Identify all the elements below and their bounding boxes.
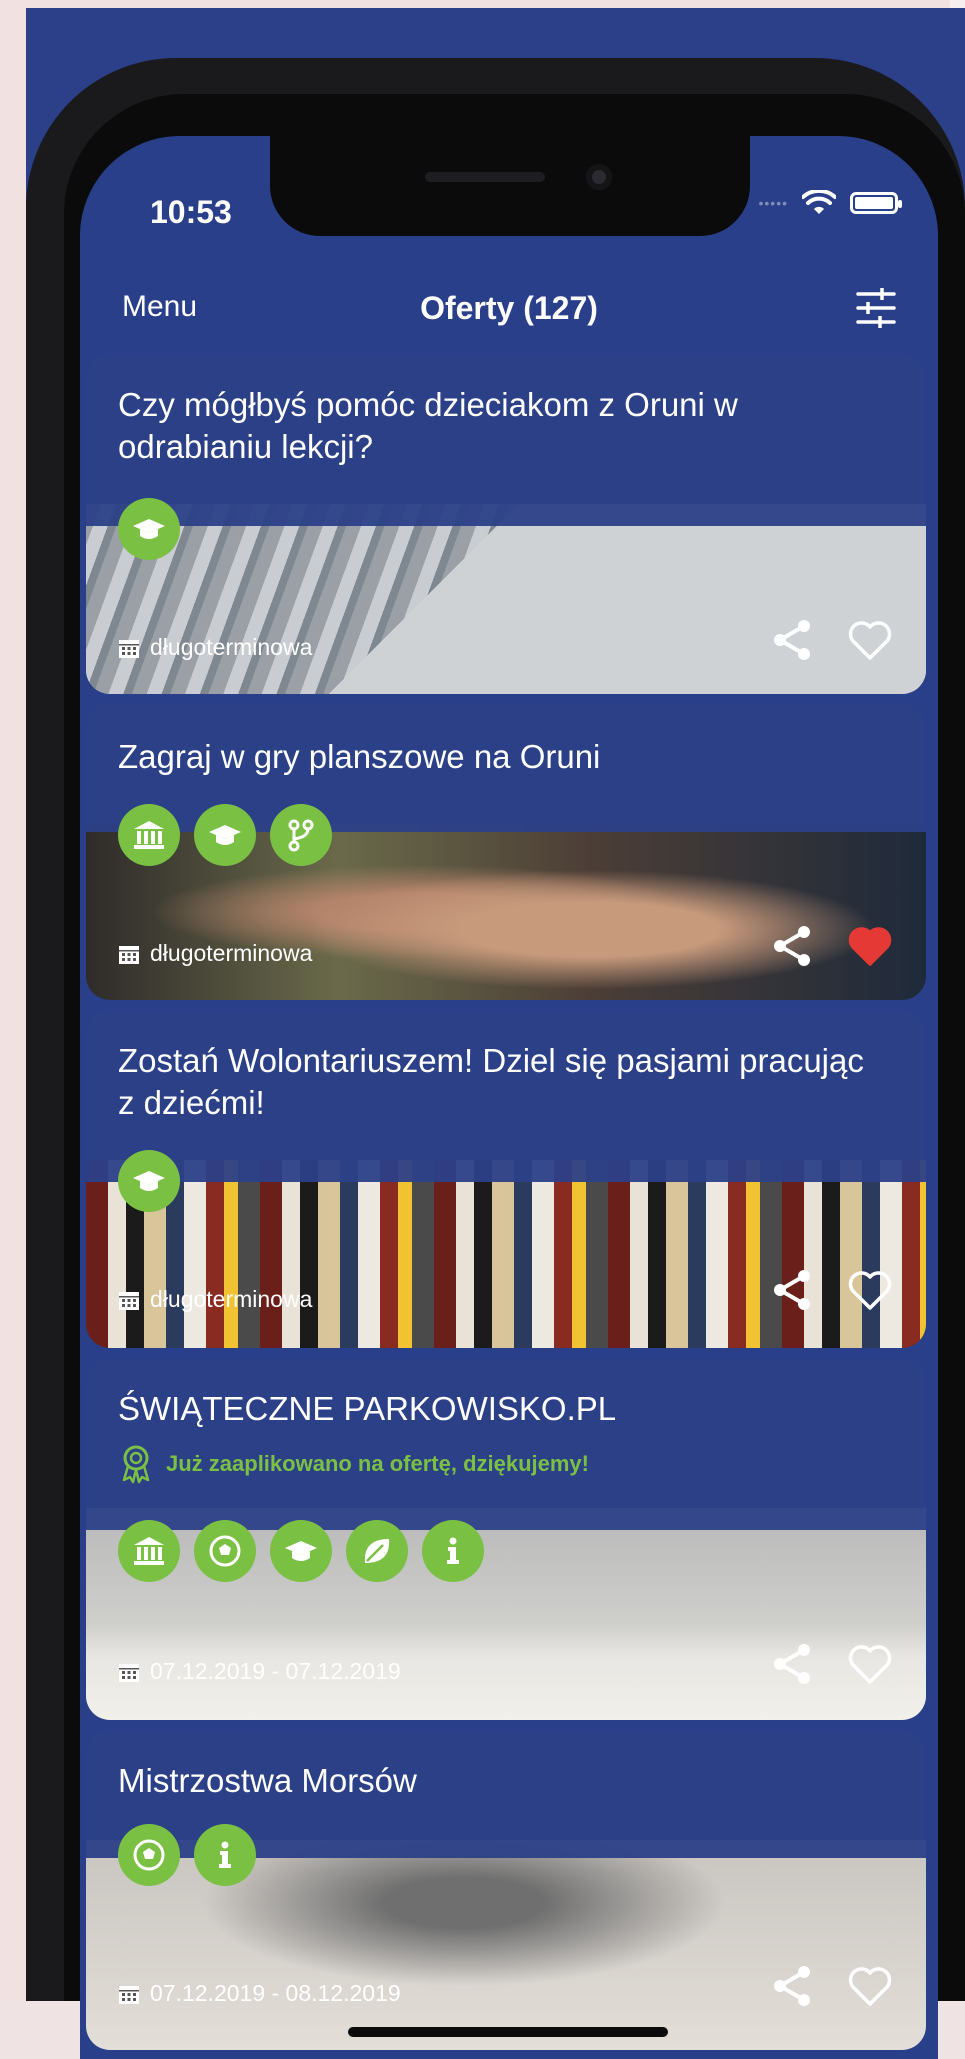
offer-duration: długoterminowa bbox=[118, 1286, 312, 1313]
signal-icon: ••••• bbox=[758, 195, 788, 211]
offer-duration: długoterminowa bbox=[118, 634, 312, 661]
card-actions bbox=[768, 1962, 894, 2010]
offer-duration: 07.12.2019 - 08.12.2019 bbox=[118, 1980, 401, 2007]
category-badges bbox=[118, 498, 180, 560]
leaf-icon bbox=[346, 1520, 408, 1582]
soccer-ball-icon bbox=[118, 1824, 180, 1886]
category-badges bbox=[118, 1824, 256, 1886]
calendar-icon bbox=[119, 1663, 139, 1682]
info-icon bbox=[194, 1824, 256, 1886]
graduation-cap-icon bbox=[118, 498, 180, 560]
share-icon[interactable] bbox=[768, 1962, 816, 2010]
card-actions bbox=[768, 922, 894, 970]
info-icon bbox=[422, 1520, 484, 1582]
status-time: 10:53 bbox=[150, 194, 232, 230]
wifi-icon bbox=[802, 190, 836, 214]
offer-title: Mistrzostwa Morsów bbox=[118, 1762, 417, 1799]
offer-card[interactable]: Czy mógłbyś pomóc dzieciakom z Oruni w o… bbox=[86, 354, 926, 694]
page-title: Oferty (127) bbox=[420, 290, 598, 326]
applied-text: Już zaaplikowano na ofertę, dziękujemy! bbox=[166, 1451, 589, 1476]
nav-bar: Menu Oferty (127) bbox=[80, 266, 938, 344]
date-range-text: 07.12.2019 - 07.12.2019 bbox=[150, 1658, 401, 1684]
graduation-cap-icon bbox=[118, 1150, 180, 1212]
share-icon[interactable] bbox=[768, 1266, 816, 1314]
offer-title: Zostań Wolontariuszem! Dziel się pasjami… bbox=[118, 1042, 864, 1121]
institution-icon bbox=[118, 804, 180, 866]
offer-title: Zagraj w gry planszowe na Oruni bbox=[118, 738, 601, 775]
front-camera bbox=[586, 164, 612, 190]
offer-card[interactable]: Zostań Wolontariuszem! Dziel się pasjami… bbox=[86, 1010, 926, 1348]
offer-card[interactable]: Zagraj w gry planszowe na Oruni długoter… bbox=[86, 704, 926, 1000]
app-screen: 10:53 ••••• Menu Oferty (127) Czy mógłby… bbox=[80, 136, 938, 2059]
offer-card[interactable]: Mistrzostwa Morsów 07.12.2019 - 08.12.20… bbox=[86, 1730, 926, 2050]
battery-icon bbox=[850, 192, 902, 214]
heart-filled-icon[interactable] bbox=[846, 922, 894, 970]
home-indicator[interactable] bbox=[348, 2027, 668, 2037]
institution-icon bbox=[118, 1520, 180, 1582]
card-actions bbox=[768, 1266, 894, 1314]
offer-card[interactable]: ŚWIĄTECZNE PARKOWISKO.PL Już zaaplikowan… bbox=[86, 1358, 926, 1720]
offer-title: ŚWIĄTECZNE PARKOWISKO.PL bbox=[118, 1390, 617, 1427]
share-icon[interactable] bbox=[768, 616, 816, 664]
heart-outline-icon[interactable] bbox=[846, 616, 894, 664]
graduation-cap-icon bbox=[194, 804, 256, 866]
calendar-icon bbox=[119, 1291, 139, 1310]
applied-notice: Już zaaplikowano na ofertę, dziękujemy! bbox=[118, 1444, 589, 1484]
duration-text: długoterminowa bbox=[150, 940, 313, 966]
calendar-icon bbox=[119, 945, 139, 964]
share-icon[interactable] bbox=[768, 922, 816, 970]
card-actions bbox=[768, 616, 894, 664]
heart-outline-icon[interactable] bbox=[846, 1962, 894, 2010]
offer-photo bbox=[86, 1160, 926, 1348]
offer-title: Czy mógłbyś pomóc dzieciakom z Oruni w o… bbox=[118, 386, 738, 465]
category-badges bbox=[118, 804, 332, 866]
offer-photo bbox=[86, 504, 926, 694]
filter-icon[interactable] bbox=[854, 286, 898, 330]
offer-duration: długoterminowa bbox=[118, 940, 312, 967]
category-badges bbox=[118, 1520, 484, 1582]
speaker bbox=[425, 172, 545, 182]
status-icons: ••••• bbox=[758, 190, 902, 216]
card-actions bbox=[768, 1640, 894, 1688]
offer-duration: 07.12.2019 - 07.12.2019 bbox=[118, 1658, 401, 1685]
duration-text: długoterminowa bbox=[150, 1286, 313, 1312]
graduation-cap-icon bbox=[270, 1520, 332, 1582]
duration-text: długoterminowa bbox=[150, 634, 313, 660]
heart-outline-icon[interactable] bbox=[846, 1266, 894, 1314]
branch-icon bbox=[270, 804, 332, 866]
heart-outline-icon[interactable] bbox=[846, 1640, 894, 1688]
date-range-text: 07.12.2019 - 08.12.2019 bbox=[150, 1980, 401, 2006]
calendar-icon bbox=[119, 639, 139, 658]
calendar-icon bbox=[119, 1985, 139, 2004]
share-icon[interactable] bbox=[768, 1640, 816, 1688]
soccer-ball-icon bbox=[194, 1520, 256, 1582]
award-icon bbox=[122, 1445, 150, 1484]
category-badges bbox=[118, 1150, 180, 1212]
notch bbox=[270, 136, 750, 236]
